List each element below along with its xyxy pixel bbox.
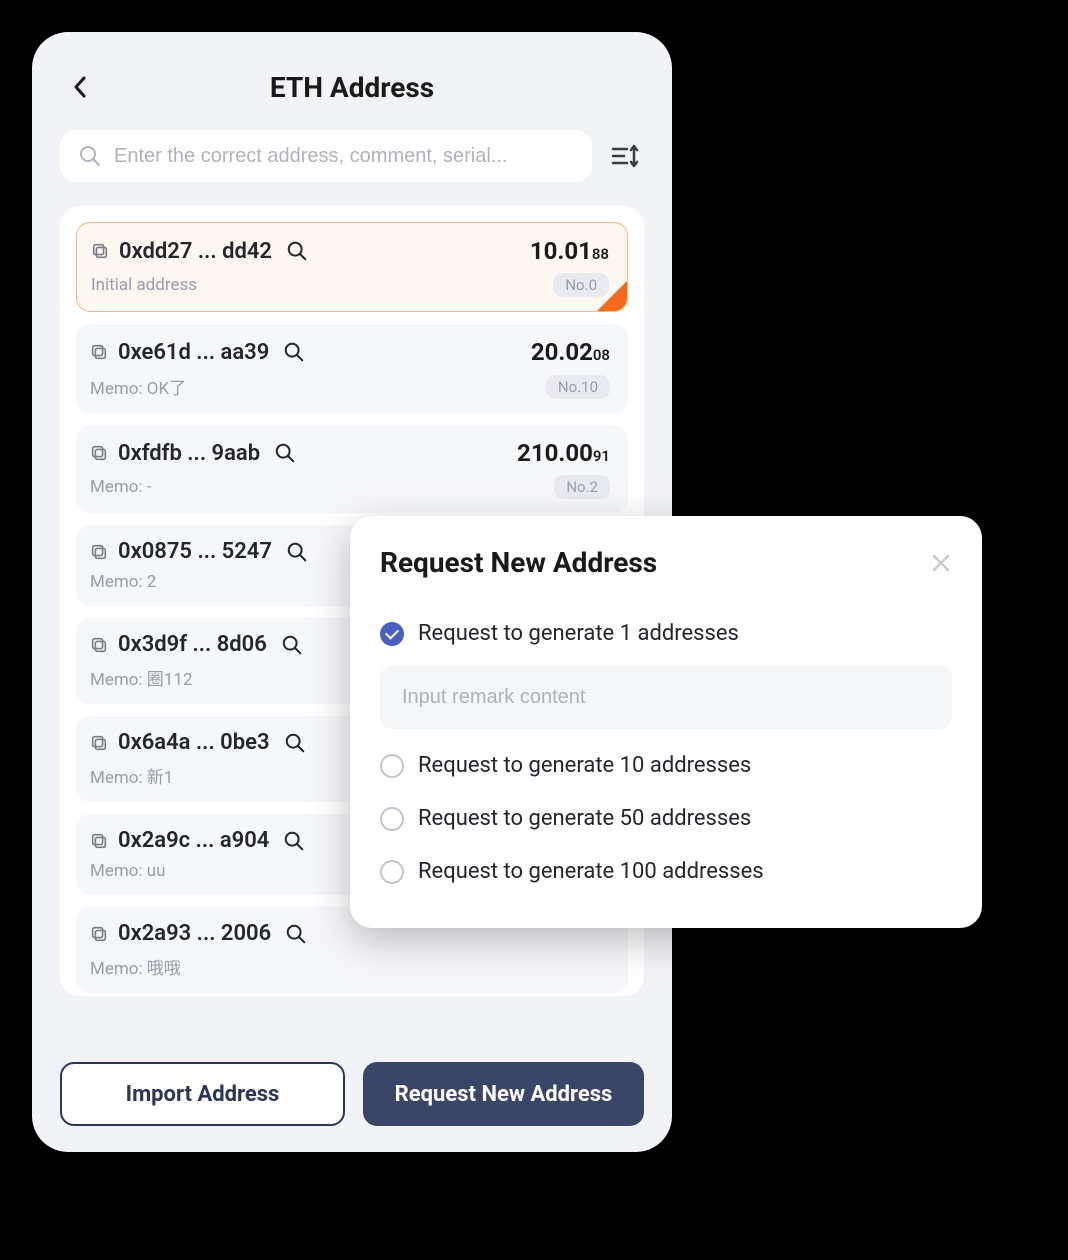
- address-left: 0xe61d ... aa39: [90, 340, 305, 365]
- memo: Initial address: [91, 275, 197, 295]
- memo: Memo: OK了: [90, 374, 186, 399]
- address-item[interactable]: 0xe61d ... aa39 20.0208 Memo: OK了 No.10: [76, 324, 628, 413]
- memo: Memo: uu: [90, 861, 166, 881]
- balance: 10.0188: [530, 237, 609, 265]
- address-text: 0x3d9f ... 8d06: [118, 632, 267, 657]
- address-text: 0x2a93 ... 2006: [118, 921, 271, 946]
- copy-icon[interactable]: [90, 734, 108, 752]
- address-left: 0x3d9f ... 8d06: [90, 632, 303, 657]
- copy-icon[interactable]: [90, 444, 108, 462]
- address-row-meta: Memo: OK了 No.10: [90, 374, 610, 399]
- magnify-icon[interactable]: [286, 240, 308, 262]
- import-address-button[interactable]: Import Address: [60, 1062, 345, 1126]
- magnify-icon[interactable]: [284, 732, 306, 754]
- address-item[interactable]: 0xdd27 ... dd42 10.0188 Initial addressNo.…: [76, 222, 628, 312]
- serial-badge: No.2: [554, 475, 610, 499]
- radio-icon[interactable]: [380, 754, 404, 778]
- magnify-icon[interactable]: [286, 541, 308, 563]
- memo: Memo: 新1: [90, 763, 173, 788]
- request-new-address-modal: Request New Address Request to generate …: [350, 516, 982, 928]
- close-icon[interactable]: [930, 552, 952, 574]
- radio-icon[interactable]: [380, 860, 404, 884]
- copy-icon[interactable]: [90, 925, 108, 943]
- magnify-icon[interactable]: [283, 830, 305, 852]
- generate-option[interactable]: Request to generate 1 addresses: [380, 607, 952, 660]
- address-left: 0x2a9c ... a904: [90, 828, 305, 853]
- address-left: 0xfdfb ... 9aab: [90, 441, 296, 466]
- address-item[interactable]: 0xfdfb ... 9aab 210.0091 Memo: - No.2: [76, 425, 628, 513]
- copy-icon[interactable]: [90, 636, 108, 654]
- address-left: 0x6a4a ... 0be3: [90, 730, 306, 755]
- address-row-main: 0xdd27 ... dd42 10.0188: [91, 237, 609, 265]
- back-button[interactable]: [66, 73, 94, 101]
- address-row-main: 0xe61d ... aa39 20.0208: [90, 338, 610, 366]
- generate-option-label: Request to generate 50 addresses: [418, 806, 751, 831]
- generate-option-label: Request to generate 1 addresses: [418, 621, 739, 646]
- modal-options: Request to generate 1 addresses Request t…: [380, 607, 952, 898]
- address-left: 0x2a93 ... 2006: [90, 921, 307, 946]
- memo: Memo: -: [90, 477, 152, 497]
- address-text: 0xfdfb ... 9aab: [118, 441, 260, 466]
- memo: Memo: 2: [90, 572, 156, 592]
- search-row: [60, 130, 644, 182]
- address-row-meta: Memo: 哦哦: [90, 954, 610, 979]
- address-text: 0x6a4a ... 0be3: [118, 730, 270, 755]
- address-row-meta: Memo: - No.2: [90, 475, 610, 499]
- radio-checked-icon[interactable]: [380, 622, 404, 646]
- address-text: 0x0875 ... 5247: [118, 539, 272, 564]
- generate-option-label: Request to generate 100 addresses: [418, 859, 764, 884]
- sort-button[interactable]: [606, 137, 644, 175]
- serial-badge: No.10: [546, 375, 610, 399]
- selected-corner-icon: [597, 281, 627, 311]
- generate-option[interactable]: Request to generate 10 addresses: [380, 739, 952, 792]
- balance: 20.0208: [531, 338, 610, 366]
- address-text: 0xdd27 ... dd42: [119, 239, 272, 264]
- header: ETH Address: [60, 62, 644, 112]
- request-new-address-button[interactable]: Request New Address: [363, 1062, 644, 1126]
- address-row-meta: Initial addressNo.0: [91, 273, 609, 297]
- page-title: ETH Address: [270, 71, 434, 104]
- copy-icon[interactable]: [91, 242, 109, 260]
- address-left: 0xdd27 ... dd42: [91, 239, 308, 264]
- balance: 210.0091: [517, 439, 610, 467]
- radio-icon[interactable]: [380, 807, 404, 831]
- modal-title: Request New Address: [380, 546, 657, 579]
- remark-input[interactable]: [380, 666, 952, 729]
- magnify-icon[interactable]: [281, 634, 303, 656]
- generate-option[interactable]: Request to generate 100 addresses: [380, 845, 952, 898]
- sort-icon: [610, 141, 640, 171]
- memo: Memo: 圈112: [90, 665, 192, 690]
- copy-icon[interactable]: [90, 343, 108, 361]
- address-row-main: 0xfdfb ... 9aab 210.0091: [90, 439, 610, 467]
- magnify-icon[interactable]: [283, 341, 305, 363]
- bottom-buttons: Import Address Request New Address: [60, 1062, 644, 1126]
- address-left: 0x0875 ... 5247: [90, 539, 308, 564]
- address-text: 0x2a9c ... a904: [118, 828, 269, 853]
- search-icon: [78, 144, 102, 168]
- search-input[interactable]: [114, 145, 574, 168]
- address-text: 0xe61d ... aa39: [118, 340, 269, 365]
- generate-option[interactable]: Request to generate 50 addresses: [380, 792, 952, 845]
- generate-option-label: Request to generate 10 addresses: [418, 753, 751, 778]
- modal-header: Request New Address: [380, 546, 952, 579]
- memo: Memo: 哦哦: [90, 954, 181, 979]
- copy-icon[interactable]: [90, 832, 108, 850]
- search-box[interactable]: [60, 130, 592, 182]
- magnify-icon[interactable]: [285, 923, 307, 945]
- chevron-left-icon: [72, 75, 88, 99]
- copy-icon[interactable]: [90, 543, 108, 561]
- magnify-icon[interactable]: [274, 442, 296, 464]
